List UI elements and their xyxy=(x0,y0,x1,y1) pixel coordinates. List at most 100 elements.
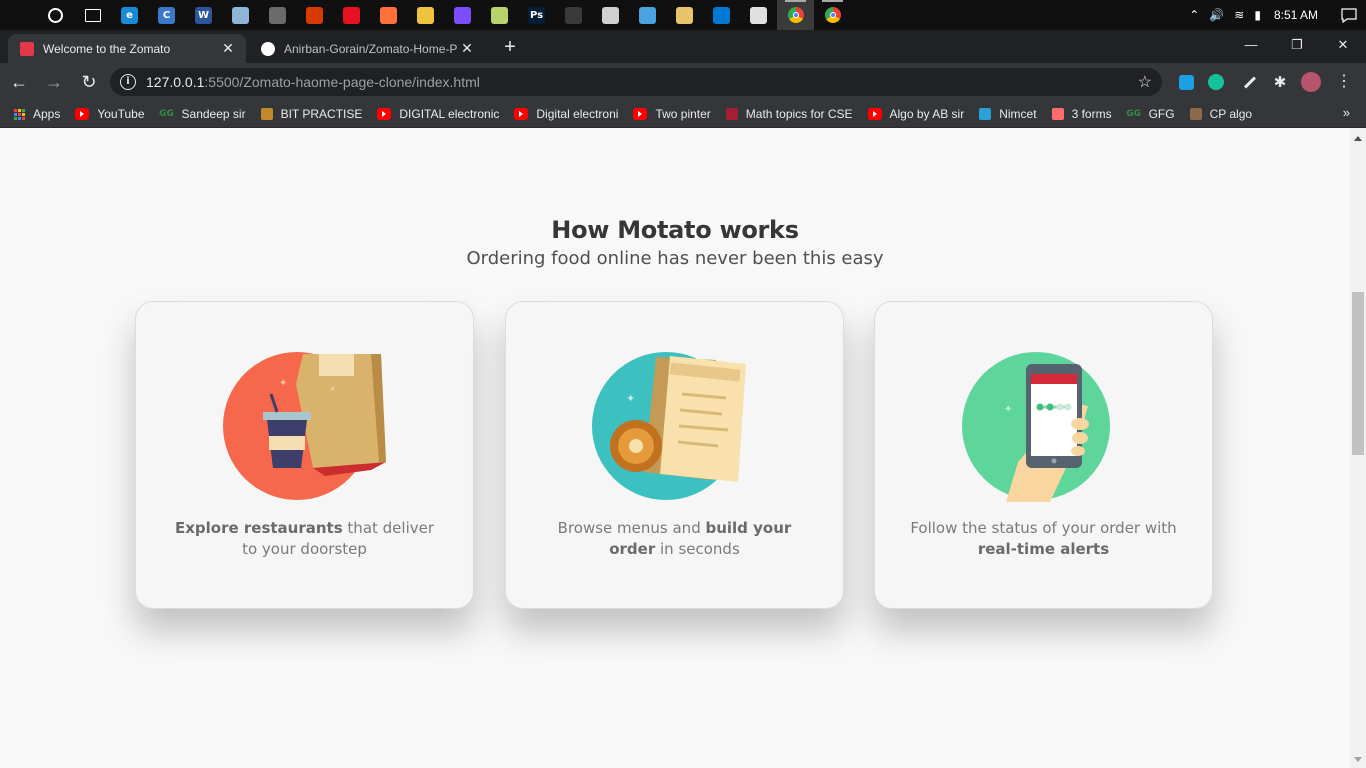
file-explorer-icon[interactable] xyxy=(407,0,444,30)
tab-title: Welcome to the Zomato xyxy=(43,41,171,56)
page-scrollbar[interactable] xyxy=(1350,128,1366,768)
card-explore: ✦ ✦ Explore restaurants that deliver to … xyxy=(135,301,474,609)
git-glyph-icon xyxy=(565,6,582,24)
bookmark-label: Apps xyxy=(33,107,61,121)
url-path: :5500/Zomato-haome-page-clone/index.html xyxy=(204,74,480,90)
eyedropper-icon[interactable] xyxy=(1240,72,1260,92)
close-tab-icon[interactable]: ✕ xyxy=(220,40,236,57)
youtube-icon xyxy=(514,108,529,120)
clock-app-icon[interactable] xyxy=(592,0,629,30)
zomato-favicon-icon xyxy=(20,41,34,56)
window-controls: — ❐ ✕ xyxy=(1228,30,1366,60)
follow-illustration: ✦ xyxy=(875,342,1214,512)
volume-icon[interactable]: 🔊 xyxy=(1204,8,1229,22)
photoshop-icon[interactable]: Ps xyxy=(518,0,555,30)
store-icon[interactable] xyxy=(296,0,333,30)
gfg-icon: GG xyxy=(159,109,174,119)
drop-app-icon[interactable] xyxy=(444,0,481,30)
minimize-icon[interactable]: — xyxy=(1228,30,1274,60)
bookmark-digital-electronic[interactable]: DIGITAL electronic xyxy=(377,107,499,121)
page-content: How Motato works Ordering food online ha… xyxy=(0,128,1350,768)
profile-avatar[interactable] xyxy=(1301,72,1321,92)
bookmarks-overflow-icon[interactable]: » xyxy=(1343,105,1350,120)
close-tab-icon[interactable]: ✕ xyxy=(459,40,475,57)
photos-icon[interactable] xyxy=(666,0,703,30)
tab-zomato[interactable]: Welcome to the Zomato ✕ xyxy=(8,34,246,63)
extensions-puzzle-icon[interactable]: ✱ xyxy=(1270,72,1290,92)
notepad-glyph-icon xyxy=(232,6,249,24)
chrome-2-glyph-icon xyxy=(824,7,841,23)
bookmark-star-icon[interactable]: ☆ xyxy=(1138,72,1152,92)
bookmark-math-topics-for-cse[interactable]: Math topics for CSE xyxy=(725,107,853,121)
wifi-icon[interactable]: ≋ xyxy=(1229,8,1249,22)
bookmark-gfg[interactable]: GG GFG xyxy=(1126,107,1174,121)
github-favicon-icon xyxy=(261,41,275,56)
restore-icon[interactable]: ❐ xyxy=(1274,30,1320,60)
task-view-icon[interactable] xyxy=(74,0,111,30)
back-arrow-icon[interactable]: ← xyxy=(3,66,35,98)
clock[interactable]: 8:51 AM xyxy=(1266,8,1332,22)
notepad-icon[interactable] xyxy=(222,0,259,30)
bookmark-youtube[interactable]: YouTube xyxy=(75,107,145,121)
grammarly-icon[interactable] xyxy=(1206,72,1226,92)
bookmark-label: Digital electroni xyxy=(536,107,619,121)
dev-c-icon[interactable]: C xyxy=(148,0,185,30)
youtube-icon xyxy=(867,108,882,120)
clock-app-glyph-icon xyxy=(602,6,619,24)
word-icon[interactable]: W xyxy=(185,0,222,30)
new-tab-button[interactable]: + xyxy=(498,36,522,60)
paint-glyph-icon xyxy=(639,6,656,24)
bookmark-3-forms[interactable]: 3 forms xyxy=(1051,107,1112,121)
git-icon[interactable] xyxy=(555,0,592,30)
extension-translate-icon[interactable] xyxy=(1176,72,1196,92)
bookmark-label: Sandeep sir xyxy=(181,107,246,121)
forward-arrow-icon[interactable]: → xyxy=(38,66,70,98)
vscode-glyph-icon xyxy=(713,6,730,24)
calculator-icon[interactable] xyxy=(259,0,296,30)
chrome-1-icon[interactable] xyxy=(777,0,814,30)
vscode-icon[interactable] xyxy=(703,0,740,30)
close-window-icon[interactable]: ✕ xyxy=(1320,30,1366,60)
store-glyph-icon xyxy=(306,6,323,24)
chrome-menu-icon[interactable]: ⋮ xyxy=(1334,72,1354,92)
bookmark-sandeep-sir[interactable]: GG Sandeep sir xyxy=(159,107,246,121)
chrome-1-glyph-icon xyxy=(787,7,804,23)
tab-github[interactable]: Anirban-Gorain/Zomato-Home-P ✕ xyxy=(249,34,485,63)
edge-icon[interactable]: e xyxy=(111,0,148,30)
apps-grid-icon xyxy=(14,108,25,120)
forms-icon xyxy=(1051,108,1064,120)
cortana-icon[interactable] xyxy=(37,0,74,30)
svg-text:✦: ✦ xyxy=(626,393,635,405)
chrome-2-icon[interactable] xyxy=(814,0,851,30)
battery-icon[interactable]: ▮ xyxy=(1249,8,1266,22)
bookmark-two-pinter[interactable]: Two pinter xyxy=(633,107,711,121)
paint-icon[interactable] xyxy=(629,0,666,30)
bookmark-label: Algo by AB sir xyxy=(889,107,965,121)
bookmark-label: Nimcet xyxy=(999,107,1037,121)
browse-illustration: ✦ xyxy=(506,342,845,512)
bookmark-cp-algo[interactable]: CP algo xyxy=(1189,107,1252,121)
scroll-up-arrow-icon[interactable] xyxy=(1354,136,1362,141)
bookmark-apps[interactable]: Apps xyxy=(14,107,60,121)
site-info-icon[interactable]: i xyxy=(120,74,136,90)
feedback-icon[interactable] xyxy=(740,0,777,30)
bookmark-digital-electroni[interactable]: Digital electroni xyxy=(514,107,618,121)
card-browse-text: Browse menus and build your order in sec… xyxy=(536,518,813,560)
bookmark-nimcet[interactable]: Nimcet xyxy=(979,107,1037,121)
page-title: How Motato works xyxy=(551,216,799,244)
notification-icon[interactable] xyxy=(1332,0,1366,30)
chevron-up-icon[interactable]: ⌃ xyxy=(1184,8,1204,22)
reload-icon[interactable]: ↻ xyxy=(73,66,105,98)
windows-start-icon[interactable] xyxy=(0,0,37,30)
bookmark-algo-by-ab-sir[interactable]: Algo by AB sir xyxy=(867,107,965,121)
bookmark-bit-practise[interactable]: BIT PRACTISE xyxy=(260,107,362,121)
firefox-icon[interactable] xyxy=(370,0,407,30)
target-app-icon[interactable] xyxy=(333,0,370,30)
sticky-notes-glyph-icon xyxy=(491,6,508,24)
scrollbar-thumb[interactable] xyxy=(1352,292,1364,455)
windows-start-glyph-icon xyxy=(11,7,27,23)
sticky-notes-icon[interactable] xyxy=(481,0,518,30)
scroll-down-arrow-icon[interactable] xyxy=(1354,757,1362,762)
address-bar[interactable]: i 127.0.0.1:5500/Zomato-haome-page-clone… xyxy=(110,68,1162,96)
card-text: Follow the status of your order with xyxy=(910,519,1177,537)
